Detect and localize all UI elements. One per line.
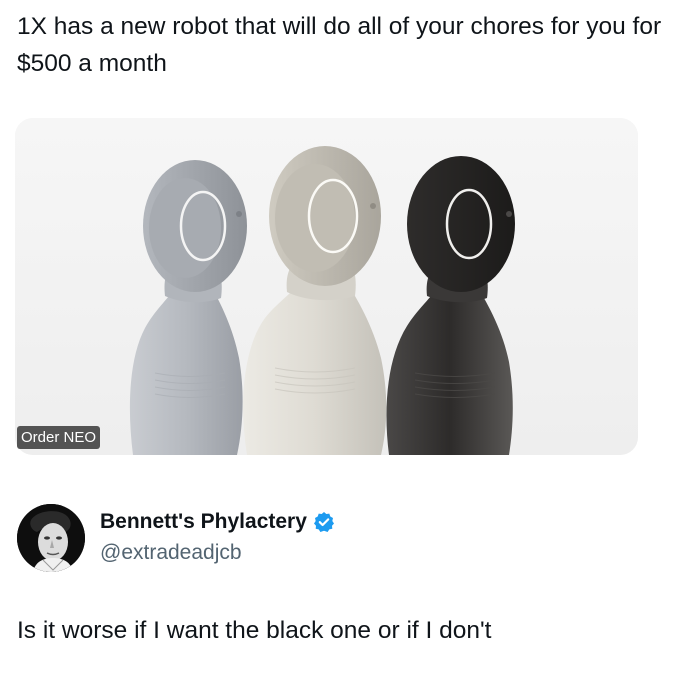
author-name-row: Bennett's Phylactery	[100, 509, 335, 535]
avatar-portrait-image	[17, 504, 85, 572]
order-neo-badge[interactable]: Order NEO	[17, 426, 101, 449]
author-display-name[interactable]: Bennett's Phylactery	[100, 509, 307, 535]
avatar[interactable]	[17, 504, 85, 572]
post-text: Is it worse if I want the black one or i…	[17, 617, 492, 644]
media-image-card[interactable]	[15, 118, 638, 455]
quoted-post-text: 1X has a new robot that will do all of y…	[17, 13, 662, 77]
verified-badge-icon	[313, 511, 335, 533]
author-handle[interactable]: @extradeadjcb	[100, 540, 242, 566]
neo-robots-image	[15, 118, 638, 455]
